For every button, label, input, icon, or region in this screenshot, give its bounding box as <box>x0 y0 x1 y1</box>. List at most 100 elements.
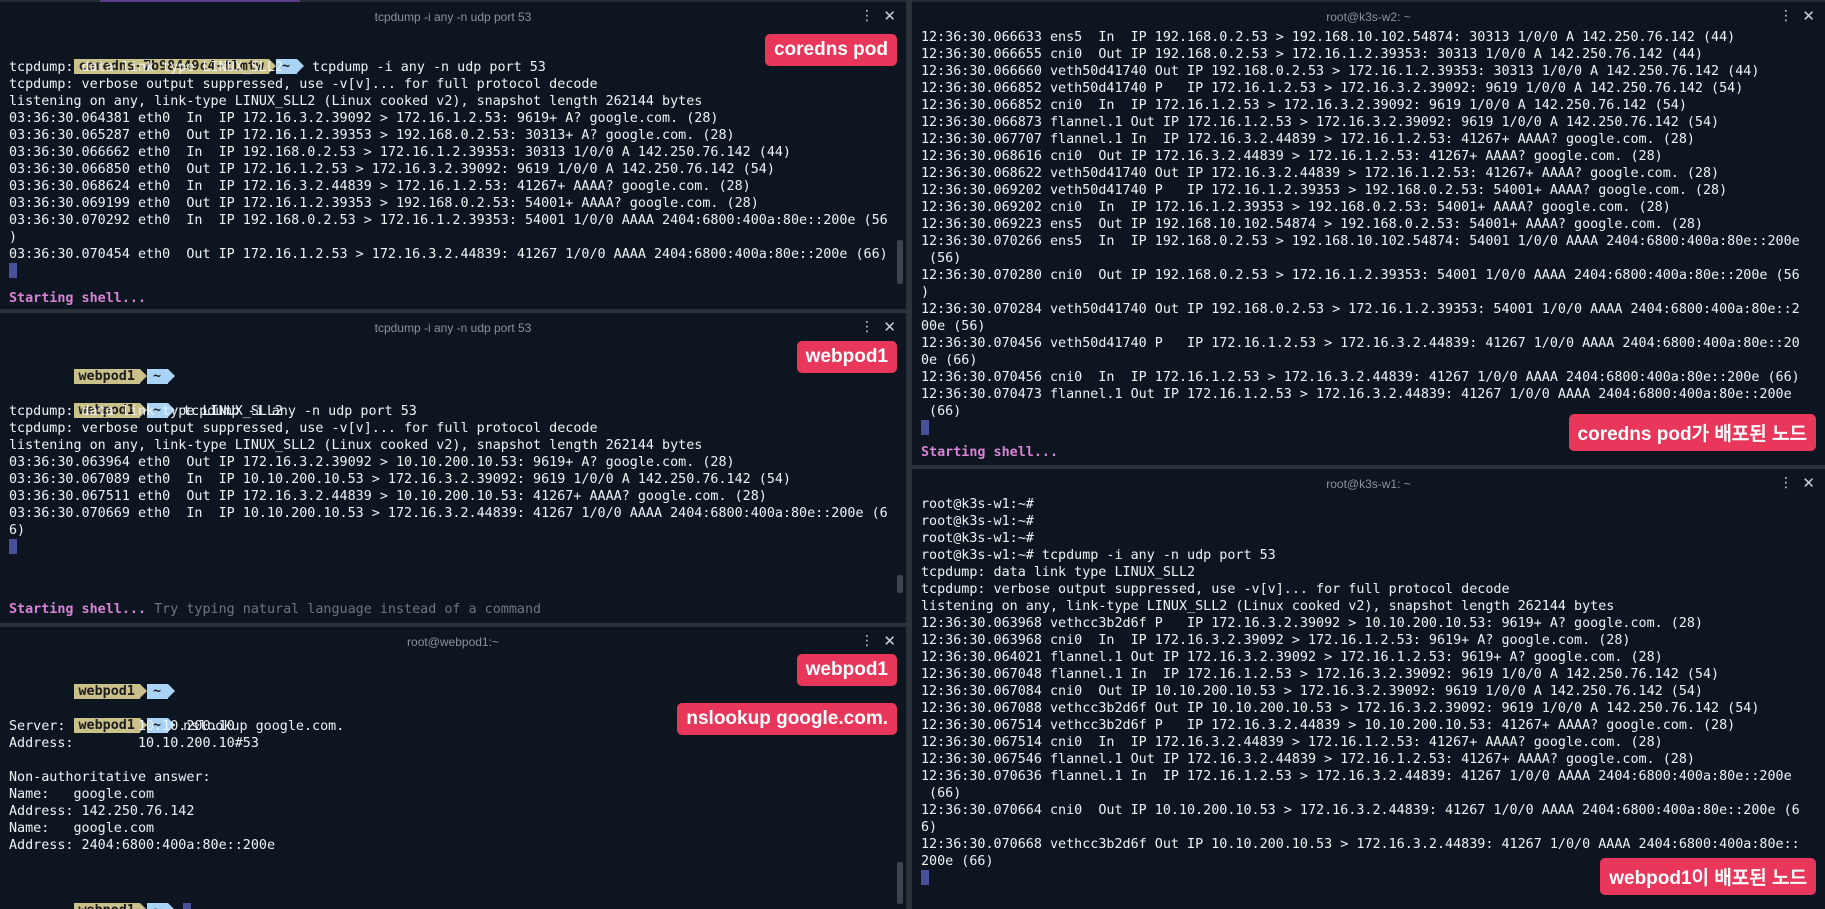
terminal-output[interactable]: coredns-7b98449c4-tlmtw ~ tcpdump -i any … <box>9 42 894 280</box>
output-line: 03:36:30.070292 eth0 In IP 192.168.0.2.5… <box>9 213 888 228</box>
output-line: 12:36:30.069202 cni0 In IP 172.16.1.2.39… <box>921 200 1671 215</box>
output-line: 12:36:30.070456 cni0 In IP 172.16.1.2.53… <box>921 370 1800 385</box>
output-line: 12:36:30.067048 flannel.1 In IP 172.16.1… <box>921 667 1720 682</box>
output-line: tcpdump: verbose output suppressed, use … <box>9 421 598 436</box>
text-cursor <box>9 263 17 278</box>
output-line: ) <box>9 230 18 245</box>
output-line: 03:36:30.067089 eth0 In IP 10.10.200.10.… <box>9 472 791 487</box>
terminal-output[interactable]: webpod1 ~ webpod1 ~ nslookup google.com. S… <box>9 667 894 854</box>
pane-webpod1-tcpdump[interactable]: tcpdump -i any -n udp port 53 ⋮ ✕ webpod… <box>0 313 906 623</box>
output-line: 12:36:30.066852 veth50d41740 P IP 172.16… <box>921 81 1744 96</box>
output-line: 6) <box>9 523 26 538</box>
prompt-line: webpod1 ~ tcpdump -i any -n udp port 53 <box>9 386 894 419</box>
output-line: 6) <box>921 820 938 835</box>
output-line: tcpdump: verbose output suppressed, use … <box>921 582 1510 597</box>
close-icon[interactable]: ✕ <box>883 318 896 336</box>
pane-header: root@webpod1:~ ⋮ ✕ <box>0 627 906 657</box>
pane-header: tcpdump -i any -n udp port 53 ⋮ ✕ <box>0 2 906 32</box>
output-line: ) <box>921 285 930 300</box>
output-line: 03:36:30.070669 eth0 In IP 10.10.200.10.… <box>9 506 888 521</box>
pane-header: tcpdump -i any -n udp port 53 ⋮ ✕ <box>0 313 906 343</box>
output-line: 12:36:30.070473 flannel.1 Out IP 172.16.… <box>921 387 1792 402</box>
output-line: 03:36:30.065287 eth0 Out IP 172.16.1.2.3… <box>9 128 735 143</box>
close-icon[interactable]: ✕ <box>1802 474 1815 492</box>
output-line: 12:36:30.069223 ens5 Out IP 192.168.10.1… <box>921 217 1703 232</box>
output-line: 12:36:30.066660 veth50d41740 Out IP 192.… <box>921 64 1760 79</box>
output-line: 12:36:30.066633 ens5 In IP 192.168.0.2.5… <box>921 30 1736 45</box>
output-line: 03:36:30.069199 eth0 Out IP 172.16.1.2.3… <box>9 196 759 211</box>
pane-coredns-tcpdump[interactable]: tcpdump -i any -n udp port 53 ⋮ ✕ coredn… <box>0 2 906 309</box>
prompt-directory: ~ <box>146 684 168 699</box>
more-options-icon[interactable]: ⋮ <box>1779 475 1793 491</box>
more-options-icon[interactable]: ⋮ <box>860 319 874 335</box>
active-prompt[interactable]: webpod1 ~ <box>9 886 894 909</box>
scrollbar[interactable] <box>897 575 903 593</box>
scrollbar[interactable] <box>897 240 903 284</box>
prompt-pod-name: webpod1 <box>73 369 140 384</box>
scrollbar[interactable] <box>897 862 903 904</box>
shell-prompt: webpod1 ~ <box>73 903 175 909</box>
output-line: 12:36:30.063968 vethcc3b2d6f P IP 172.16… <box>921 616 1703 631</box>
output-line: root@k3s-w1:~# <box>921 514 1034 529</box>
terminal-output[interactable]: root@k3s-w1:~# root@k3s-w1:~# root@k3s-w1:… <box>921 496 1813 887</box>
output-line: 12:36:30.070284 veth50d41740 Out IP 192.… <box>921 302 1800 317</box>
output-line: Address: 10.10.200.10#53 <box>9 736 259 751</box>
output-line: root@k3s-w1:~# tcpdump -i any -n udp por… <box>921 548 1276 563</box>
pane-webpod1-shell[interactable]: root@webpod1:~ ⋮ ✕ webpod1 ~ webpod1 ~ nsl… <box>0 627 906 909</box>
output-line: (66) <box>921 786 962 801</box>
terminal-window: tcpdump -i any -n udp port 53 ⋮ ✕ coredn… <box>0 0 1825 909</box>
terminal-output[interactable]: webpod1 ~ webpod1 ~ tcpdump -i any -n udp … <box>9 352 894 556</box>
output-line: (56) <box>921 251 962 266</box>
output-line: 12:36:30.069202 veth50d41740 P IP 172.16… <box>921 183 1728 198</box>
output-line: 12:36:30.066852 cni0 In IP 172.16.1.2.53… <box>921 98 1687 113</box>
output-line: Address: 142.250.76.142 <box>9 804 195 819</box>
output-line: tcpdump: verbose output suppressed, use … <box>9 77 598 92</box>
annotation-label: webpod1 <box>796 341 897 373</box>
output-line: listening on any, link-type LINUX_SLL2 (… <box>9 438 703 453</box>
pane-title: root@k3s-w1: ~ <box>1326 477 1411 491</box>
output-line: listening on any, link-type LINUX_SLL2 (… <box>921 599 1615 614</box>
pane-title: tcpdump -i any -n udp port 53 <box>374 10 532 24</box>
pane-header: root@k3s-w2: ~ ⋮ ✕ <box>912 2 1825 32</box>
more-options-icon[interactable]: ⋮ <box>860 633 874 649</box>
terminal-output[interactable]: 12:36:30.066633 ens5 In IP 192.168.0.2.5… <box>921 29 1813 437</box>
output-line: 12:36:30.068622 veth50d41740 Out IP 172.… <box>921 166 1720 181</box>
pane-title: tcpdump -i any -n udp port 53 <box>374 321 532 335</box>
annotation-label: coredns pod <box>764 34 897 66</box>
more-options-icon[interactable]: ⋮ <box>1779 8 1793 24</box>
close-icon[interactable]: ✕ <box>883 7 896 25</box>
output-line: 12:36:30.068616 cni0 Out IP 172.16.3.2.4… <box>921 149 1663 164</box>
output-line: 12:36:30.070636 flannel.1 In IP 172.16.1… <box>921 769 1792 784</box>
annotation-label: webpod1이 배포된 노드 <box>1600 858 1816 895</box>
output-line: 12:36:30.067084 cni0 Out IP 10.10.200.10… <box>921 684 1703 699</box>
output-line: 12:36:30.070668 vethcc3b2d6f Out IP 10.1… <box>921 837 1800 852</box>
output-line: listening on any, link-type LINUX_SLL2 (… <box>9 94 703 109</box>
output-line: 12:36:30.067546 flannel.1 Out IP 172.16.… <box>921 752 1695 767</box>
output-line: Name: google.com <box>9 821 155 836</box>
more-options-icon[interactable]: ⋮ <box>860 8 874 24</box>
close-icon[interactable]: ✕ <box>883 632 896 650</box>
output-lines: tcpdump: data link type LINUX_SLL2 tcpdum… <box>9 59 894 263</box>
pane-k3s-w2[interactable]: root@k3s-w2: ~ ⋮ ✕ 12:36:30.066633 ens5 … <box>912 2 1825 465</box>
output-line: 03:36:30.068624 eth0 In IP 172.16.3.2.44… <box>9 179 751 194</box>
output-line: 12:36:30.066873 flannel.1 Out IP 172.16.… <box>921 115 1720 130</box>
close-icon[interactable]: ✕ <box>1802 7 1815 25</box>
pane-k3s-w1[interactable]: root@k3s-w1: ~ ⋮ ✕ root@k3s-w1:~# root@k3… <box>912 469 1825 909</box>
output-lines: root@k3s-w1:~# root@k3s-w1:~# root@k3s-w1:… <box>921 496 1813 870</box>
starting-shell-line: Starting shell... Try typing natural lan… <box>9 602 541 617</box>
output-line: 12:36:30.067514 cni0 In IP 172.16.3.2.44… <box>921 735 1663 750</box>
output-line: 03:36:30.064381 eth0 In IP 172.16.3.2.39… <box>9 111 719 126</box>
output-line: 03:36:30.067511 eth0 Out IP 172.16.3.2.4… <box>9 489 767 504</box>
output-line: Address: 2404:6800:400a:80e::200e <box>9 838 276 853</box>
text-cursor <box>921 420 929 435</box>
output-line: Name: google.com <box>9 787 155 802</box>
output-line: 12:36:30.070456 veth50d41740 P IP 172.16… <box>921 336 1800 351</box>
starting-shell-text: Starting shell... <box>9 291 147 306</box>
prompt-line: webpod1 ~ <box>9 667 894 699</box>
output-line: 00e (56) <box>921 319 986 334</box>
output-line: root@k3s-w1:~# <box>921 497 1034 512</box>
output-line: Non-authoritative answer: <box>9 770 211 785</box>
prompt-pod-name: webpod1 <box>73 903 140 909</box>
starting-shell-text: Starting shell... <box>9 602 147 617</box>
output-lines: Server: 10.10.200.10 Address: 10.10.200.1… <box>9 718 894 854</box>
